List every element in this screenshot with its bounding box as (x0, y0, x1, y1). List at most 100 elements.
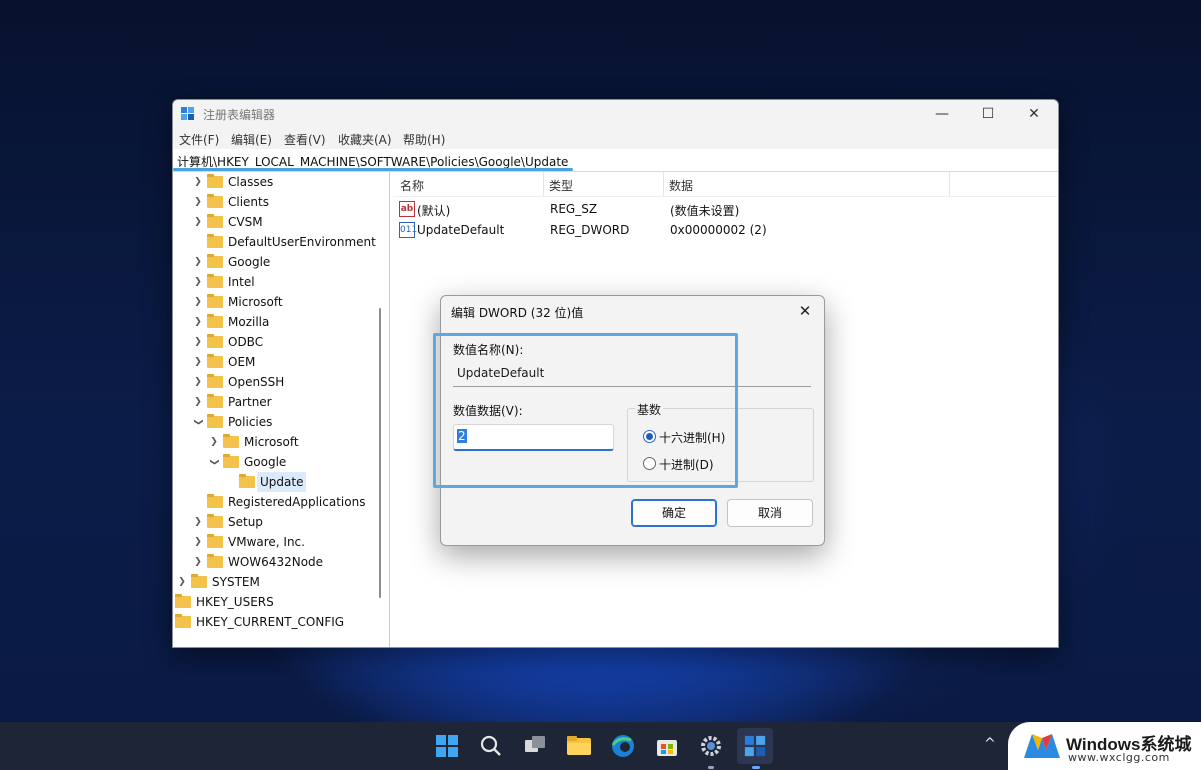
menu-bar: 文件(F) 编辑(E) 查看(V) 收藏夹(A) 帮助(H) (173, 128, 1058, 149)
chevron-right-icon[interactable]: ❯ (193, 532, 203, 552)
column-divider[interactable] (949, 172, 950, 196)
maximize-button[interactable]: ☐ (965, 100, 1011, 128)
chevron-right-icon[interactable]: ❯ (193, 192, 203, 212)
menu-favorites[interactable]: 收藏夹(A) (338, 131, 392, 148)
registry-tree[interactable]: ❯ Classes ❯ Clients ❯ CVSM DefaultUserEn… (173, 172, 390, 647)
chevron-right-icon[interactable]: ❯ (193, 372, 203, 392)
folder-icon (207, 314, 223, 328)
tree-item[interactable]: ❯ Microsoft (209, 432, 383, 452)
value-name: UpdateDefault (417, 223, 505, 237)
value-data: (数值未设置) (670, 204, 740, 218)
file-explorer-icon[interactable] (563, 730, 595, 762)
chevron-right-icon[interactable]: ❯ (193, 512, 203, 532)
folder-icon (207, 294, 223, 308)
tree-item[interactable]: ❯ CVSM (193, 212, 383, 232)
column-type[interactable]: 类型 (549, 177, 573, 194)
menu-help[interactable]: 帮助(H) (403, 131, 445, 148)
tray-overflow-icon[interactable]: ^ (984, 736, 996, 752)
tree-item[interactable]: ❯ ODBC (193, 332, 383, 352)
active-indicator (752, 766, 760, 769)
folder-icon (207, 334, 223, 348)
tree-item[interactable]: ❯ Google (209, 452, 383, 472)
tree-item[interactable]: HKEY_USERS (173, 592, 377, 612)
menu-edit[interactable]: 编辑(E) (231, 131, 272, 148)
value-data: 0x00000002 (2) (670, 223, 767, 237)
chevron-down-icon[interactable]: ❯ (188, 417, 208, 427)
edge-icon[interactable] (607, 730, 639, 762)
chevron-right-icon[interactable]: ❯ (193, 252, 203, 272)
tree-item[interactable]: ❯ Clients (193, 192, 383, 212)
task-view-icon[interactable] (519, 730, 551, 762)
tree-item[interactable]: HKEY_CURRENT_CONFIG (173, 612, 377, 632)
chevron-down-icon[interactable]: ❯ (204, 457, 224, 467)
search-icon[interactable] (475, 730, 507, 762)
menu-file[interactable]: 文件(F) (179, 131, 219, 148)
tree-item[interactable]: ❯ Mozilla (193, 312, 383, 332)
chevron-right-icon[interactable]: ❯ (193, 552, 203, 572)
title-bar[interactable]: 注册表编辑器 — ☐ ✕ (173, 100, 1058, 128)
folder-icon (207, 234, 223, 248)
tree-item[interactable]: ❯ Policies (193, 412, 383, 432)
tree-item-label: Microsoft (244, 435, 299, 449)
chevron-right-icon[interactable]: ❯ (209, 432, 219, 452)
tree-item[interactable]: ❯ Intel (193, 272, 383, 292)
tree-item-label: OpenSSH (228, 375, 285, 389)
tree-item[interactable]: ❯ VMware, Inc. (193, 532, 383, 552)
chevron-right-icon[interactable]: ❯ (193, 212, 203, 232)
tree-item-selected[interactable]: Update (225, 472, 383, 492)
column-divider[interactable] (543, 172, 544, 196)
dialog-close-button[interactable]: ✕ (790, 298, 820, 324)
chevron-right-icon[interactable]: ❯ (193, 392, 203, 412)
tree-item-label: CVSM (228, 215, 263, 229)
store-icon[interactable] (651, 730, 683, 762)
ok-button[interactable]: 确定 (631, 499, 717, 527)
close-button[interactable]: ✕ (1011, 100, 1057, 128)
value-type: REG_DWORD (550, 223, 630, 237)
folder-icon (207, 394, 223, 408)
tree-item[interactable]: RegisteredApplications (193, 492, 383, 512)
column-divider[interactable] (663, 172, 664, 196)
tree-item[interactable]: DefaultUserEnvironment (193, 232, 383, 252)
cancel-button[interactable]: 取消 (727, 499, 813, 527)
chevron-right-icon[interactable]: ❯ (193, 312, 203, 332)
value-name: (默认) (417, 204, 451, 218)
tree-item[interactable]: ❯ Classes (193, 172, 383, 192)
chevron-right-icon[interactable]: ❯ (193, 332, 203, 352)
scrollbar-thumb[interactable] (379, 308, 381, 598)
watermark-logo-icon (1024, 734, 1060, 758)
chevron-right-icon[interactable]: ❯ (177, 572, 187, 592)
folder-icon (175, 594, 191, 608)
minimize-button[interactable]: — (919, 100, 965, 128)
string-value-icon: ab (399, 201, 415, 217)
value-type: REG_SZ (550, 202, 598, 216)
regedit-taskbar-button[interactable] (737, 728, 773, 764)
tree-item[interactable]: ❯ Setup (193, 512, 383, 532)
tree-item-label: Microsoft (228, 295, 283, 309)
tree-item-label: ODBC (228, 335, 264, 349)
tree-item[interactable]: ❯ WOW6432Node (193, 552, 383, 572)
chevron-right-icon[interactable]: ❯ (193, 272, 203, 292)
chevron-right-icon[interactable]: ❯ (193, 352, 203, 372)
start-icon[interactable] (431, 730, 463, 762)
tree-item[interactable]: ❯ Google (193, 252, 383, 272)
column-data[interactable]: 数据 (669, 177, 693, 194)
tree-item[interactable]: ❯ Partner (193, 392, 383, 412)
folder-icon (207, 194, 223, 208)
menu-view[interactable]: 查看(V) (284, 131, 326, 148)
address-bar[interactable]: 计算机\HKEY_LOCAL_MACHINE\SOFTWARE\Policies… (173, 149, 1058, 172)
tree-item[interactable]: ❯ OpenSSH (193, 372, 383, 392)
tree-item-label: Policies (228, 415, 273, 429)
column-name[interactable]: 名称 (400, 177, 424, 194)
tree-item[interactable]: ❯ Microsoft (193, 292, 383, 312)
settings-icon[interactable] (695, 730, 727, 762)
tree-item-label: DefaultUserEnvironment (228, 235, 376, 249)
regedit-icon (744, 735, 766, 757)
tree-item-label: Clients (228, 195, 269, 209)
folder-icon (207, 254, 223, 268)
tree-item-label: Google (228, 255, 271, 269)
tree-item[interactable]: ❯ SYSTEM (177, 572, 377, 592)
chevron-right-icon[interactable]: ❯ (193, 172, 203, 192)
tree-scrollbar[interactable] (376, 172, 384, 642)
chevron-right-icon[interactable]: ❯ (193, 292, 203, 312)
tree-item[interactable]: ❯ OEM (193, 352, 383, 372)
